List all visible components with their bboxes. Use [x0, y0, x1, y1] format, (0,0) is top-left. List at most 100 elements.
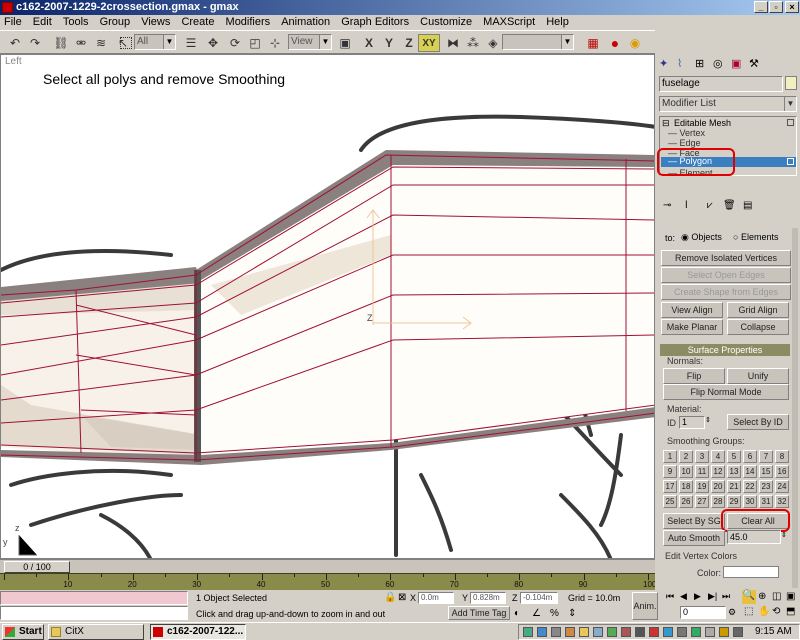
smoothing-group-button[interactable]: 14: [743, 465, 757, 478]
stack-item-vertex[interactable]: — Vertex: [668, 128, 705, 138]
smoothing-group-button[interactable]: 13: [727, 465, 741, 478]
go-to-end-icon[interactable]: ⏭: [722, 591, 730, 602]
material-editor-icon[interactable]: ▦: [584, 34, 602, 52]
smoothing-group-button[interactable]: 11: [695, 465, 709, 478]
create-tab-icon[interactable]: ✦: [659, 57, 668, 70]
grid-align-button[interactable]: Grid Align: [727, 302, 789, 318]
smoothing-group-button[interactable]: 29: [727, 495, 741, 508]
restrict-z-button[interactable]: Z: [400, 34, 418, 52]
auto-smooth-button[interactable]: Auto Smooth: [663, 530, 725, 546]
pivot-center-icon[interactable]: ▣: [336, 34, 354, 52]
printer-icon[interactable]: [635, 627, 645, 637]
coord-z-field[interactable]: -0.104m: [520, 592, 558, 604]
menu-edit[interactable]: Edit: [29, 15, 56, 30]
zoom-extents-icon[interactable]: ◫: [772, 591, 781, 602]
utilities-tab-icon[interactable]: ⚒: [749, 57, 759, 70]
update-icon[interactable]: [565, 627, 575, 637]
time-slider-track[interactable]: 0 / 100: [0, 559, 655, 573]
time-config-icon[interactable]: ⚙: [728, 607, 736, 618]
vertex-color-swatch[interactable]: [723, 566, 779, 578]
create-shape-from-edges-button[interactable]: Create Shape from Edges: [661, 284, 791, 300]
viewport-label[interactable]: Left: [5, 56, 22, 67]
smoothing-group-button[interactable]: 24: [775, 480, 789, 493]
media-icon[interactable]: [621, 627, 631, 637]
redo-icon[interactable]: ↷: [26, 34, 44, 52]
battery-icon[interactable]: [677, 627, 687, 637]
selection-filter-dropdown[interactable]: All ▼: [134, 34, 176, 50]
previous-frame-icon[interactable]: ◀: [680, 591, 687, 602]
stack-root-lightbulb-icon[interactable]: [787, 119, 794, 126]
region-select-icon[interactable]: [120, 37, 132, 49]
snap-toggle-icon[interactable]: ◐: [514, 608, 520, 619]
make-unique-icon[interactable]: ⩗: [707, 200, 713, 211]
pin-stack-icon[interactable]: ⊸: [663, 200, 671, 211]
show-end-result-icon[interactable]: ǀ: [685, 200, 688, 211]
smoothing-group-button[interactable]: 23: [759, 480, 773, 493]
smoothing-group-button[interactable]: 27: [695, 495, 709, 508]
smoothing-group-button[interactable]: 4: [711, 450, 725, 463]
smoothing-group-button[interactable]: 7: [759, 450, 773, 463]
smoothing-group-button[interactable]: 12: [711, 465, 725, 478]
bind-space-warp-icon[interactable]: ≋: [92, 34, 110, 52]
arc-rotate-icon[interactable]: ⟲: [772, 606, 780, 617]
menu-maxscript[interactable]: MAXScript: [479, 15, 539, 30]
maxscript-listener-top[interactable]: [0, 591, 188, 605]
smoothing-group-button[interactable]: 9: [663, 465, 677, 478]
select-open-edges-button[interactable]: Select Open Edges: [661, 267, 791, 283]
smoothing-group-button[interactable]: 5: [727, 450, 741, 463]
remove-modifier-icon[interactable]: 🗑: [723, 200, 736, 211]
zoom-all-icon[interactable]: ⊕: [758, 591, 766, 602]
next-frame-icon[interactable]: ▶|: [708, 591, 717, 602]
smoothing-group-button[interactable]: 3: [695, 450, 709, 463]
menu-graph-editors[interactable]: Graph Editors: [337, 15, 413, 30]
auto-smooth-threshold-field[interactable]: 45.0: [727, 530, 781, 544]
add-time-tag-button[interactable]: Add Time Tag: [448, 606, 510, 620]
smoothing-group-button[interactable]: 21: [727, 480, 741, 493]
percent-snap-icon[interactable]: %: [550, 608, 559, 619]
surface-properties-rollout[interactable]: Surface Properties: [660, 344, 790, 356]
smoothing-group-button[interactable]: 10: [679, 465, 693, 478]
restrict-x-button[interactable]: X: [360, 34, 378, 52]
mirror-icon[interactable]: ⧓: [444, 34, 462, 52]
menu-customize[interactable]: Customize: [416, 15, 476, 30]
network-icon[interactable]: [523, 627, 533, 637]
scale-icon[interactable]: ◰: [246, 34, 264, 52]
array-icon[interactable]: ⁂: [464, 34, 482, 52]
menu-views[interactable]: Views: [137, 15, 174, 30]
smoothing-group-button[interactable]: 2: [679, 450, 693, 463]
zoom-icon[interactable]: 🔍: [742, 590, 756, 604]
sync-icon[interactable]: [691, 627, 701, 637]
antivirus-icon[interactable]: [607, 627, 617, 637]
smoothing-group-button[interactable]: 17: [663, 480, 677, 493]
time-slider[interactable]: 0 / 100: [4, 561, 70, 573]
smoothing-group-button[interactable]: 30: [743, 495, 757, 508]
maximize-viewport-icon[interactable]: ⬒: [786, 606, 795, 617]
make-planar-button[interactable]: Make Planar: [661, 319, 723, 335]
flip-normal-mode-button[interactable]: Flip Normal Mode: [663, 384, 789, 400]
quick-render-icon[interactable]: ◉: [626, 34, 644, 52]
menu-create[interactable]: Create: [177, 15, 218, 30]
stack-item-edge[interactable]: — Edge: [668, 138, 701, 148]
coord-x-field[interactable]: 0.0m: [418, 592, 454, 604]
coord-y-field[interactable]: 0.828m: [470, 592, 506, 604]
restrict-xy-button[interactable]: XY: [418, 34, 440, 52]
smoothing-group-button[interactable]: 1: [663, 450, 677, 463]
volume-icon[interactable]: [733, 627, 743, 637]
usb-icon[interactable]: [551, 627, 561, 637]
select-by-id-button[interactable]: Select By ID: [727, 414, 789, 430]
lock-selection-icon[interactable]: 🔒: [384, 592, 396, 603]
unlink-icon[interactable]: ⚮: [72, 34, 90, 52]
taskbar-item-gmax[interactable]: c162-2007-122...: [150, 624, 246, 640]
menu-tools[interactable]: Tools: [59, 15, 93, 30]
smoothing-group-button[interactable]: 18: [679, 480, 693, 493]
named-selection-dropdown[interactable]: ▼: [502, 34, 574, 50]
smoothing-group-button[interactable]: 20: [711, 480, 725, 493]
configure-sets-icon[interactable]: ▤: [743, 200, 752, 211]
animate-button[interactable]: Anim.: [632, 592, 658, 620]
start-button[interactable]: Start: [2, 624, 44, 640]
smoothing-group-button[interactable]: 25: [663, 495, 677, 508]
menu-file[interactable]: File: [0, 15, 26, 30]
panel-scrollbar[interactable]: [792, 228, 798, 588]
restrict-y-button[interactable]: Y: [380, 34, 398, 52]
smoothing-group-button[interactable]: 16: [775, 465, 789, 478]
